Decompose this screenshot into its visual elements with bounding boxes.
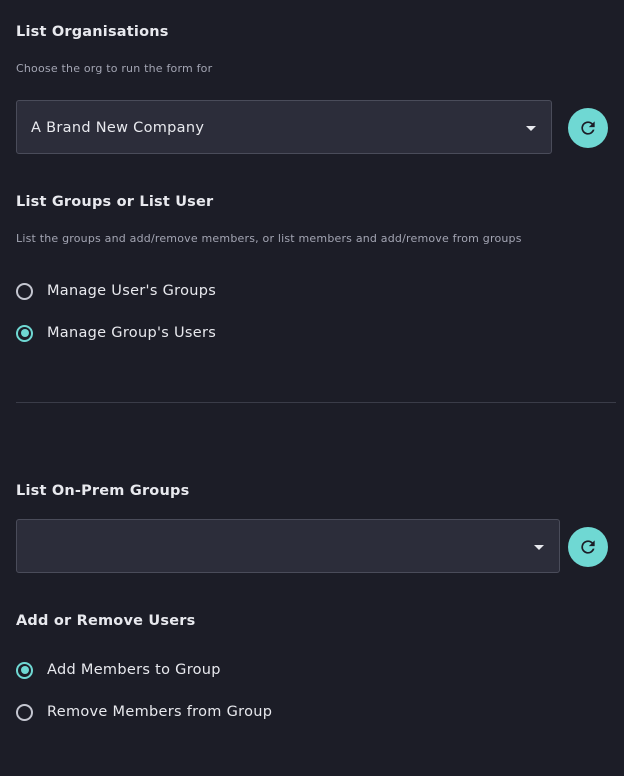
org-section-title: List Organisations	[16, 24, 169, 40]
org-select-value: A Brand New Company	[31, 120, 205, 136]
org-refresh-button[interactable]	[568, 108, 608, 148]
chevron-down-icon	[534, 545, 544, 550]
radio-label: Remove Members from Group	[47, 704, 273, 720]
refresh-icon	[581, 540, 595, 554]
radio-button[interactable]	[16, 661, 33, 679]
onprem-section-title: List On-Prem Groups	[16, 483, 190, 499]
onprem-refresh-button[interactable]	[568, 527, 608, 567]
mode-section-description: List the groups and add/remove members, …	[16, 232, 522, 245]
radio-button[interactable]	[16, 282, 33, 300]
org-select[interactable]: A Brand New Company	[16, 100, 552, 154]
section-divider	[16, 402, 616, 403]
radio-manage-users-groups[interactable]: Manage User's Groups	[16, 279, 216, 303]
radio-label: Manage User's Groups	[47, 283, 217, 299]
radio-button[interactable]	[16, 324, 33, 342]
action-section-title: Add or Remove Users	[16, 613, 196, 629]
radio-label: Add Members to Group	[47, 662, 221, 678]
radio-remove-members[interactable]: Remove Members from Group	[16, 700, 272, 724]
refresh-icon	[581, 121, 595, 135]
chevron-down-icon	[526, 126, 536, 131]
radio-label: Manage Group's Users	[47, 325, 217, 341]
form-page: List Organisations Choose the org to run…	[0, 0, 624, 776]
radio-add-members[interactable]: Add Members to Group	[16, 658, 221, 682]
mode-section-title: List Groups or List User	[16, 194, 214, 210]
org-section-description: Choose the org to run the form for	[16, 62, 213, 75]
onprem-group-select[interactable]	[16, 519, 560, 573]
radio-button[interactable]	[16, 703, 33, 721]
radio-manage-groups-users[interactable]: Manage Group's Users	[16, 321, 216, 345]
